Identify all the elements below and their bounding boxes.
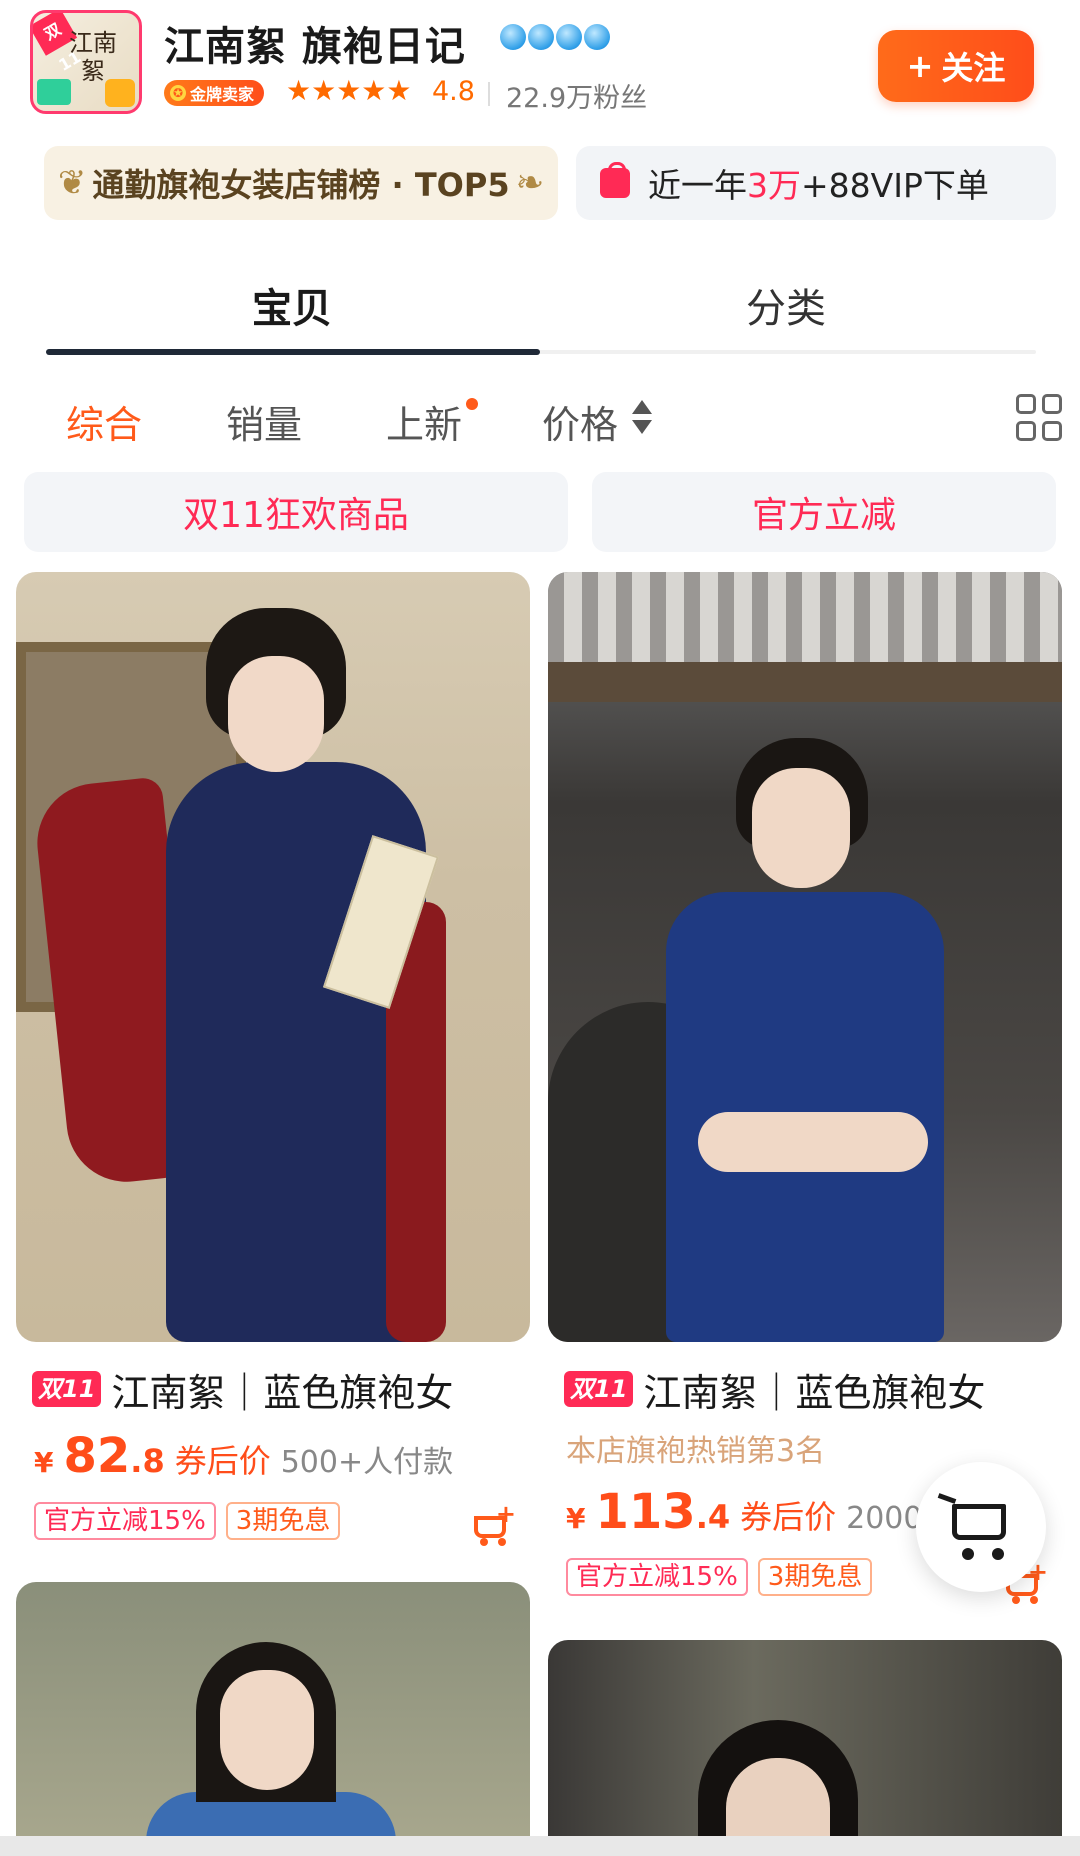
cart-wheel [992,1548,1004,1560]
carved-beam [548,662,1062,702]
product-card[interactable]: 双11 江南絮｜蓝色旗袍女 ¥ 82 .8 券后价 500+人付款 官方立减15… [16,572,530,1546]
follow-button[interactable]: + 关注 [878,30,1034,102]
divider [488,82,490,106]
promo-official-discount-button[interactable]: 官方立减 [592,472,1056,552]
product-image[interactable] [548,1640,1062,1856]
installment-tag: 3期免息 [225,1502,341,1540]
model-face [752,768,850,888]
grid-cell [1016,394,1036,414]
crown-icon [584,24,610,50]
product-image[interactable] [16,572,530,1342]
laurel-left-icon: ❦ [57,163,87,203]
discount-tag: 官方立减15% [34,1502,216,1540]
promo-double11-button[interactable]: 双11狂欢商品 [24,472,568,552]
coupon-price-label: 券后价 [174,1442,271,1480]
shop-header: 双11 江南絮 江南絮 旗袍日记 ✪ 金牌卖家 ★★★★★ 4.8 22.9万粉… [0,0,1080,130]
model-face [220,1670,314,1790]
price-row: ¥ 82 .8 券后价 500+人付款 [16,1428,530,1484]
shop-name: 江南絮 旗袍日记 [164,24,466,70]
crown-icon [556,24,582,50]
gold-medal-icon: ✪ [170,85,186,101]
new-dot-badge [466,398,478,410]
vip-orders-badge[interactable]: 近一年3万+88VIP下单 [576,146,1056,220]
sort-arrows-icon[interactable] [632,400,652,436]
star-rating: ★★★★★ [286,74,412,107]
tab-bar: 宝贝 分类 [46,256,1036,356]
add-to-cart-icon[interactable]: + [470,1500,516,1546]
shopping-cart-icon [952,1504,1006,1540]
cart-wheel [1030,1596,1038,1604]
logo-decoration [105,79,135,107]
bottom-edge [0,1836,1080,1856]
price-integer: 82 [63,1428,131,1484]
price-symbol: ¥ [566,1502,586,1535]
roof-tiles [548,572,1062,662]
follow-label: 关注 [941,49,1006,87]
grid-cell [1016,421,1036,441]
discount-tag: 官方立减15% [566,1558,748,1596]
product-title-text: 江南絮｜蓝色旗袍女 [111,1370,454,1415]
tab-products[interactable]: 宝贝 [252,276,332,334]
plus-icon: + [495,1500,516,1528]
tab-categories[interactable]: 分类 [746,276,826,334]
coupon-price-label: 券后价 [740,1498,837,1536]
sold-count: 500+人付款 [280,1445,454,1480]
laurel-right-icon: ❧ [515,163,545,203]
sort-sales[interactable]: 销量 [226,394,302,449]
vip-prefix: 近一年 [648,166,747,205]
cart-wheel [962,1548,974,1560]
promo-tags: 官方立减15% 3期免息 [16,1502,530,1540]
cart-handle [937,1493,957,1504]
double11-tag: 双11 [32,1371,102,1407]
price-decimal: .8 [130,1442,165,1480]
shop-logo[interactable]: 双11 江南絮 [30,10,142,114]
gold-seller-badge: ✪ 金牌卖家 [164,80,265,106]
tab-indicator [46,349,540,355]
product-title[interactable]: 双11 江南絮｜蓝色旗袍女 [548,1364,1062,1414]
grid-cell [1042,421,1062,441]
sort-new[interactable]: 上新 [386,394,462,449]
cart-wheel [1012,1596,1020,1604]
double11-tag: 双11 [564,1371,634,1407]
crown-icon [528,24,554,50]
cart-wheel [480,1538,488,1546]
model-arms [698,1112,928,1172]
installment-tag: 3期免息 [757,1558,873,1596]
shop-rank-badge[interactable]: ❦ 通勤旗袍女装店铺榜 · TOP5 ❧ [44,146,558,220]
crown-icon [500,24,526,50]
grid-cell [1042,394,1062,414]
product-image[interactable] [548,572,1062,1342]
crown-level [500,24,610,50]
gold-badge-label: 金牌卖家 [190,85,255,104]
vip-count: 3万 [747,166,801,205]
product-card[interactable]: 双11 江南絮｜蓝色旗袍女 本店旗袍热销第3名 ¥ 113 .4 券后价 200… [548,572,1062,1604]
model-face [228,656,324,772]
rating-value: 4.8 [432,76,475,107]
vip-label: 近一年3万+88VIP下单 [648,159,989,207]
rank-label: 通勤旗袍女装店铺榜 · TOP5 [92,166,510,204]
price-decimal: .4 [695,1498,731,1536]
fans-count: 22.9万粉丝 [506,83,648,114]
sort-comprehensive[interactable]: 综合 [66,394,142,449]
vip-suffix: +88VIP下单 [801,166,989,205]
logo-decoration [37,79,71,105]
grid-view-icon[interactable] [1016,394,1064,442]
price-symbol: ¥ [34,1446,54,1479]
floating-cart-button[interactable] [916,1462,1046,1592]
cart-wheel [498,1538,506,1546]
shopping-bag-icon [600,162,630,198]
product-title[interactable]: 双11 江南絮｜蓝色旗袍女 [16,1364,530,1414]
plus-icon: + [906,47,934,85]
price-integer: 113 [595,1484,696,1540]
product-image[interactable] [16,1582,530,1856]
sort-price[interactable]: 价格 [542,394,618,449]
product-title-text: 江南絮｜蓝色旗袍女 [643,1370,986,1415]
